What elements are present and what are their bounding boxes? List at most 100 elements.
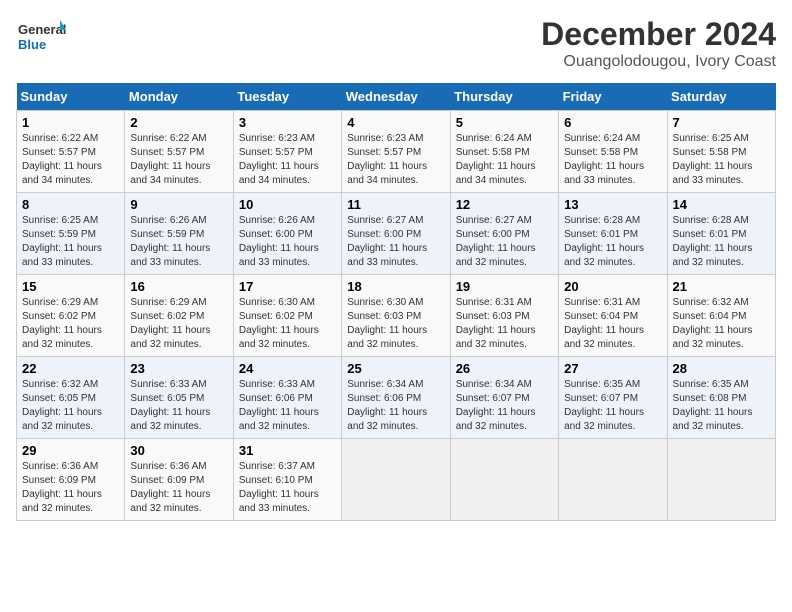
- header: General Blue December 2024 Ouangolodougo…: [16, 16, 776, 71]
- day-number: 7: [673, 115, 770, 130]
- day-info: Sunrise: 6:23 AMSunset: 5:57 PMDaylight:…: [347, 132, 444, 188]
- header-row: SundayMondayTuesdayWednesdayThursdayFrid…: [17, 83, 776, 111]
- week-row-4: 22 Sunrise: 6:32 AMSunset: 6:05 PMDayligh…: [17, 357, 776, 439]
- calendar-cell: 2 Sunrise: 6:22 AMSunset: 5:57 PMDaylight…: [125, 111, 233, 193]
- day-number: 28: [673, 361, 770, 376]
- calendar-cell: 30 Sunrise: 6:36 AMSunset: 6:09 PMDayligh…: [125, 439, 233, 521]
- week-row-1: 1 Sunrise: 6:22 AMSunset: 5:57 PMDaylight…: [17, 111, 776, 193]
- day-header-wednesday: Wednesday: [342, 83, 450, 111]
- calendar-cell: 5 Sunrise: 6:24 AMSunset: 5:58 PMDaylight…: [450, 111, 558, 193]
- day-number: 30: [130, 443, 227, 458]
- calendar-cell: 22 Sunrise: 6:32 AMSunset: 6:05 PMDayligh…: [17, 357, 125, 439]
- calendar-cell: 23Sunrise: 6:33 AMSunset: 6:05 PMDayligh…: [125, 357, 233, 439]
- calendar-cell: 3Sunrise: 6:23 AMSunset: 5:57 PMDaylight…: [233, 111, 341, 193]
- calendar-cell: 28 Sunrise: 6:35 AMSunset: 6:08 PMDayligh…: [667, 357, 775, 439]
- logo-svg: General Blue: [16, 16, 66, 60]
- day-info: Sunrise: 6:25 AMSunset: 5:58 PMDaylight:…: [673, 132, 770, 188]
- calendar-cell: 9Sunrise: 6:26 AMSunset: 5:59 PMDaylight…: [125, 193, 233, 275]
- day-info: Sunrise: 6:31 AMSunset: 6:03 PMDaylight:…: [456, 296, 553, 352]
- calendar-cell: 10 Sunrise: 6:26 AMSunset: 6:00 PMDayligh…: [233, 193, 341, 275]
- day-number: 24: [239, 361, 336, 376]
- calendar-cell: 8 Sunrise: 6:25 AMSunset: 5:59 PMDaylight…: [17, 193, 125, 275]
- day-info: Sunrise: 6:34 AMSunset: 6:06 PMDaylight:…: [347, 378, 444, 434]
- calendar-cell: 20 Sunrise: 6:31 AMSunset: 6:04 PMDayligh…: [559, 275, 667, 357]
- day-info: Sunrise: 6:30 AMSunset: 6:02 PMDaylight:…: [239, 296, 336, 352]
- calendar-cell: 6 Sunrise: 6:24 AMSunset: 5:58 PMDaylight…: [559, 111, 667, 193]
- day-number: 10: [239, 197, 336, 212]
- calendar-cell: 26 Sunrise: 6:34 AMSunset: 6:07 PMDayligh…: [450, 357, 558, 439]
- day-info: Sunrise: 6:36 AMSunset: 6:09 PMDaylight:…: [22, 460, 119, 516]
- calendar-cell: 15 Sunrise: 6:29 AMSunset: 6:02 PMDayligh…: [17, 275, 125, 357]
- day-number: 21: [673, 279, 770, 294]
- day-number: 2: [130, 115, 227, 130]
- day-number: 12: [456, 197, 553, 212]
- day-number: 15: [22, 279, 119, 294]
- logo: General Blue: [16, 16, 66, 60]
- day-info: Sunrise: 6:23 AMSunset: 5:57 PMDaylight:…: [239, 132, 336, 188]
- day-info: Sunrise: 6:22 AMSunset: 5:57 PMDaylight:…: [130, 132, 227, 188]
- day-info: Sunrise: 6:27 AMSunset: 6:00 PMDaylight:…: [456, 214, 553, 270]
- day-number: 20: [564, 279, 661, 294]
- day-header-tuesday: Tuesday: [233, 83, 341, 111]
- day-number: 1: [22, 115, 119, 130]
- calendar-cell: 31Sunrise: 6:37 AMSunset: 6:10 PMDayligh…: [233, 439, 341, 521]
- day-header-sunday: Sunday: [17, 83, 125, 111]
- day-info: Sunrise: 6:35 AMSunset: 6:08 PMDaylight:…: [673, 378, 770, 434]
- day-header-friday: Friday: [559, 83, 667, 111]
- day-info: Sunrise: 6:26 AMSunset: 6:00 PMDaylight:…: [239, 214, 336, 270]
- day-info: Sunrise: 6:36 AMSunset: 6:09 PMDaylight:…: [130, 460, 227, 516]
- day-info: Sunrise: 6:28 AMSunset: 6:01 PMDaylight:…: [673, 214, 770, 270]
- day-info: Sunrise: 6:24 AMSunset: 5:58 PMDaylight:…: [564, 132, 661, 188]
- calendar-cell: [667, 439, 775, 521]
- calendar-cell: 1Sunrise: 6:22 AMSunset: 5:57 PMDaylight…: [17, 111, 125, 193]
- day-info: Sunrise: 6:25 AMSunset: 5:59 PMDaylight:…: [22, 214, 119, 270]
- day-number: 14: [673, 197, 770, 212]
- day-info: Sunrise: 6:34 AMSunset: 6:07 PMDaylight:…: [456, 378, 553, 434]
- calendar-table: SundayMondayTuesdayWednesdayThursdayFrid…: [16, 83, 776, 521]
- day-info: Sunrise: 6:31 AMSunset: 6:04 PMDaylight:…: [564, 296, 661, 352]
- day-number: 22: [22, 361, 119, 376]
- calendar-cell: 24 Sunrise: 6:33 AMSunset: 6:06 PMDayligh…: [233, 357, 341, 439]
- calendar-cell: 16Sunrise: 6:29 AMSunset: 6:02 PMDayligh…: [125, 275, 233, 357]
- calendar-cell: [559, 439, 667, 521]
- day-number: 25: [347, 361, 444, 376]
- day-info: Sunrise: 6:33 AMSunset: 6:05 PMDaylight:…: [130, 378, 227, 434]
- day-number: 18: [347, 279, 444, 294]
- day-number: 26: [456, 361, 553, 376]
- calendar-cell: 13Sunrise: 6:28 AMSunset: 6:01 PMDayligh…: [559, 193, 667, 275]
- day-number: 8: [22, 197, 119, 212]
- day-info: Sunrise: 6:33 AMSunset: 6:06 PMDaylight:…: [239, 378, 336, 434]
- calendar-cell: 11 Sunrise: 6:27 AMSunset: 6:00 PMDayligh…: [342, 193, 450, 275]
- day-info: Sunrise: 6:30 AMSunset: 6:03 PMDaylight:…: [347, 296, 444, 352]
- calendar-cell: 7 Sunrise: 6:25 AMSunset: 5:58 PMDaylight…: [667, 111, 775, 193]
- day-number: 29: [22, 443, 119, 458]
- calendar-cell: 17Sunrise: 6:30 AMSunset: 6:02 PMDayligh…: [233, 275, 341, 357]
- day-header-monday: Monday: [125, 83, 233, 111]
- day-info: Sunrise: 6:24 AMSunset: 5:58 PMDaylight:…: [456, 132, 553, 188]
- svg-text:General: General: [18, 22, 66, 37]
- day-info: Sunrise: 6:32 AMSunset: 6:04 PMDaylight:…: [673, 296, 770, 352]
- calendar-cell: 19 Sunrise: 6:31 AMSunset: 6:03 PMDayligh…: [450, 275, 558, 357]
- day-info: Sunrise: 6:32 AMSunset: 6:05 PMDaylight:…: [22, 378, 119, 434]
- day-number: 27: [564, 361, 661, 376]
- day-number: 6: [564, 115, 661, 130]
- location-title: Ouangolodougou, Ivory Coast: [541, 53, 776, 71]
- calendar-cell: [342, 439, 450, 521]
- month-title: December 2024: [541, 16, 776, 53]
- day-number: 11: [347, 197, 444, 212]
- calendar-cell: 18 Sunrise: 6:30 AMSunset: 6:03 PMDayligh…: [342, 275, 450, 357]
- day-info: Sunrise: 6:29 AMSunset: 6:02 PMDaylight:…: [22, 296, 119, 352]
- day-info: Sunrise: 6:29 AMSunset: 6:02 PMDaylight:…: [130, 296, 227, 352]
- day-info: Sunrise: 6:27 AMSunset: 6:00 PMDaylight:…: [347, 214, 444, 270]
- day-number: 5: [456, 115, 553, 130]
- calendar-cell: 12 Sunrise: 6:27 AMSunset: 6:00 PMDayligh…: [450, 193, 558, 275]
- day-number: 31: [239, 443, 336, 458]
- week-row-5: 29 Sunrise: 6:36 AMSunset: 6:09 PMDayligh…: [17, 439, 776, 521]
- day-number: 19: [456, 279, 553, 294]
- day-info: Sunrise: 6:35 AMSunset: 6:07 PMDaylight:…: [564, 378, 661, 434]
- calendar-cell: 14 Sunrise: 6:28 AMSunset: 6:01 PMDayligh…: [667, 193, 775, 275]
- title-area: December 2024 Ouangolodougou, Ivory Coas…: [541, 16, 776, 71]
- day-number: 13: [564, 197, 661, 212]
- calendar-cell: 21 Sunrise: 6:32 AMSunset: 6:04 PMDayligh…: [667, 275, 775, 357]
- calendar-cell: 27 Sunrise: 6:35 AMSunset: 6:07 PMDayligh…: [559, 357, 667, 439]
